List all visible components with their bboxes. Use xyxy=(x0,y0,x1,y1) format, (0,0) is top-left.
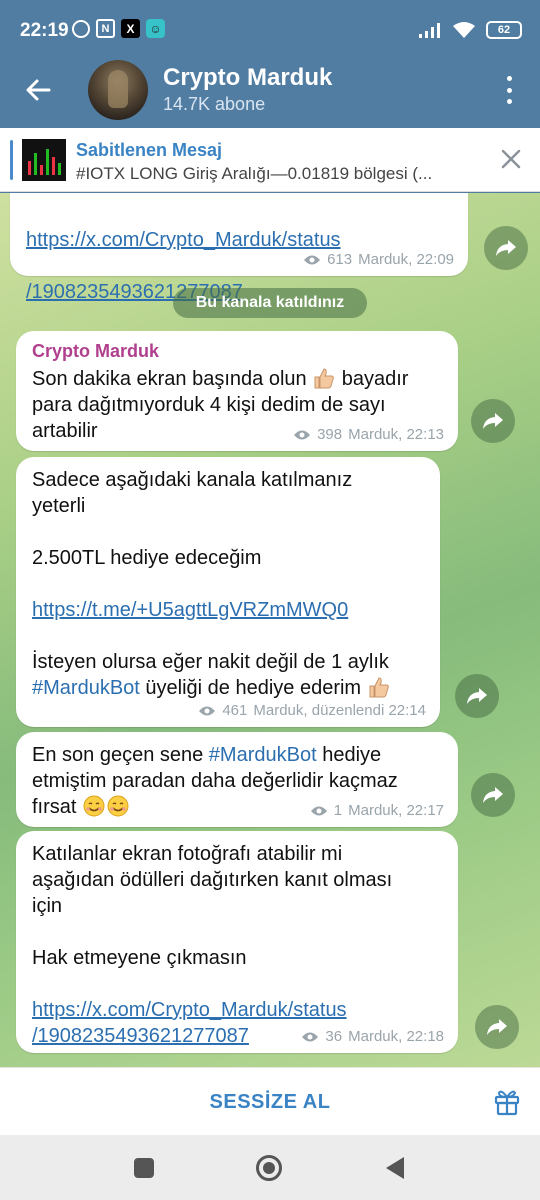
share-icon xyxy=(487,1019,507,1035)
hashtag[interactable]: #MardukBot xyxy=(209,744,317,766)
mute-button[interactable]: SESSİZE AL xyxy=(0,1068,540,1136)
recents-button[interactable] xyxy=(134,1158,154,1178)
message-text: Sadece aşağıdaki kanala katılmanız yeter… xyxy=(32,469,389,699)
message-meta: 1 Marduk, 22:17 xyxy=(310,802,444,819)
home-button[interactable] xyxy=(256,1155,282,1181)
message-bubble[interactable]: Crypto Marduk Son dakika ekran başında o… xyxy=(16,331,458,451)
battery-icon: 62 xyxy=(486,21,522,39)
more-menu-icon[interactable] xyxy=(504,76,514,104)
message-time: Marduk, 22:18 xyxy=(348,1028,444,1045)
forward-button[interactable] xyxy=(455,674,499,718)
pinned-thumbnail xyxy=(22,139,66,181)
channel-avatar[interactable] xyxy=(88,60,148,120)
message-meta: 613 Marduk, 22:09 xyxy=(303,251,454,268)
wifi-icon xyxy=(453,22,475,38)
app-header: 22:19 N X ☺ 62 Crypto Marduk 14.7K abone xyxy=(0,0,540,128)
hashtag[interactable]: #MardukBot xyxy=(32,677,140,699)
pinned-message-bar[interactable]: Sabitlenen Mesaj #IOTX LONG Giriş Aralığ… xyxy=(0,128,540,192)
smiling-face-icon xyxy=(107,795,129,817)
back-arrow-icon[interactable] xyxy=(24,76,52,104)
message-link[interactable]: https://t.me/+U5agttLgVRZmMWQ0 xyxy=(32,599,348,621)
share-icon xyxy=(483,413,503,429)
message-link[interactable]: https://x.com/Crypto_Marduk/status xyxy=(26,229,341,251)
message-bubble[interactable]: https://x.com/Crypto_Marduk/status /1908… xyxy=(10,193,468,303)
thumbs-up-icon xyxy=(314,368,335,389)
forward-button[interactable] xyxy=(471,773,515,817)
message-meta: 461 Marduk, düzenlendi 22:14 xyxy=(198,702,426,719)
status-time: 22:19 xyxy=(20,20,69,41)
notification-icons: N X ☺ xyxy=(72,19,165,38)
status-bar: 22:19 N X ☺ 62 xyxy=(0,0,540,62)
system-icons: 62 xyxy=(418,21,522,39)
signal-icon xyxy=(419,23,440,38)
view-count: 1 xyxy=(333,802,343,819)
smiling-face-icon xyxy=(83,795,105,817)
gift-icon[interactable] xyxy=(492,1086,522,1116)
views-icon xyxy=(304,255,321,264)
message-meta: 398 Marduk, 22:13 xyxy=(293,426,444,443)
message-text: Katılanlar ekran fotoğrafı atabilir mi a… xyxy=(32,843,393,1047)
views-icon xyxy=(294,430,311,439)
subscriber-count: 14.7K abone xyxy=(163,94,266,114)
forward-button[interactable] xyxy=(471,399,515,443)
x-app-icon: X xyxy=(121,19,140,38)
message-meta: 36 Marduk, 22:18 xyxy=(301,1028,444,1045)
views-icon xyxy=(199,706,216,715)
share-icon xyxy=(496,240,516,256)
forward-button[interactable] xyxy=(475,1005,519,1049)
system-nav-bar xyxy=(0,1135,540,1200)
views-icon xyxy=(310,806,327,815)
message-time: Marduk, düzenlendi 22:14 xyxy=(253,702,426,719)
thumbs-up-icon xyxy=(369,677,389,698)
message-time: Marduk, 22:09 xyxy=(358,251,454,268)
pinned-indicator xyxy=(10,140,13,180)
view-count: 398 xyxy=(317,426,343,443)
message-time: Marduk, 22:13 xyxy=(348,426,444,443)
view-count: 613 xyxy=(327,251,353,268)
message-bubble[interactable]: En son geçen sene #MardukBot hediye etmi… xyxy=(16,732,458,827)
pinned-text: #IOTX LONG Giriş Aralığı—0.01819 bölgesi… xyxy=(76,164,433,183)
views-icon xyxy=(302,1032,319,1041)
share-icon xyxy=(467,688,487,704)
nfc-icon: N xyxy=(96,19,115,38)
forward-button[interactable] xyxy=(484,226,528,270)
chat-area[interactable]: https://x.com/Crypto_Marduk/status /1908… xyxy=(0,193,540,1067)
service-message: Bu kanala katıldınız xyxy=(173,288,367,318)
pinned-title: Sabitlenen Mesaj xyxy=(76,140,223,160)
message-time: Marduk, 22:17 xyxy=(348,802,444,819)
message-bubble[interactable]: Katılanlar ekran fotoğrafı atabilir mi a… xyxy=(16,831,458,1053)
view-count: 36 xyxy=(325,1028,343,1045)
message-link[interactable]: https://x.com/Crypto_Marduk/status xyxy=(32,999,347,1021)
view-count: 461 xyxy=(222,702,248,719)
message-link[interactable]: /1908235493621277087 xyxy=(32,1025,249,1047)
close-icon[interactable] xyxy=(500,148,522,170)
alarm-icon xyxy=(72,19,90,38)
author-name[interactable]: Crypto Marduk xyxy=(32,341,442,362)
channel-title[interactable]: Crypto Marduk xyxy=(163,64,332,92)
back-button[interactable] xyxy=(386,1157,404,1179)
channel-bottom-bar: SESSİZE AL xyxy=(0,1067,540,1135)
message-bubble[interactable]: Sadece aşağıdaki kanala katılmanız yeter… xyxy=(16,457,440,727)
share-icon xyxy=(483,787,503,803)
bot-app-icon: ☺ xyxy=(146,19,165,38)
